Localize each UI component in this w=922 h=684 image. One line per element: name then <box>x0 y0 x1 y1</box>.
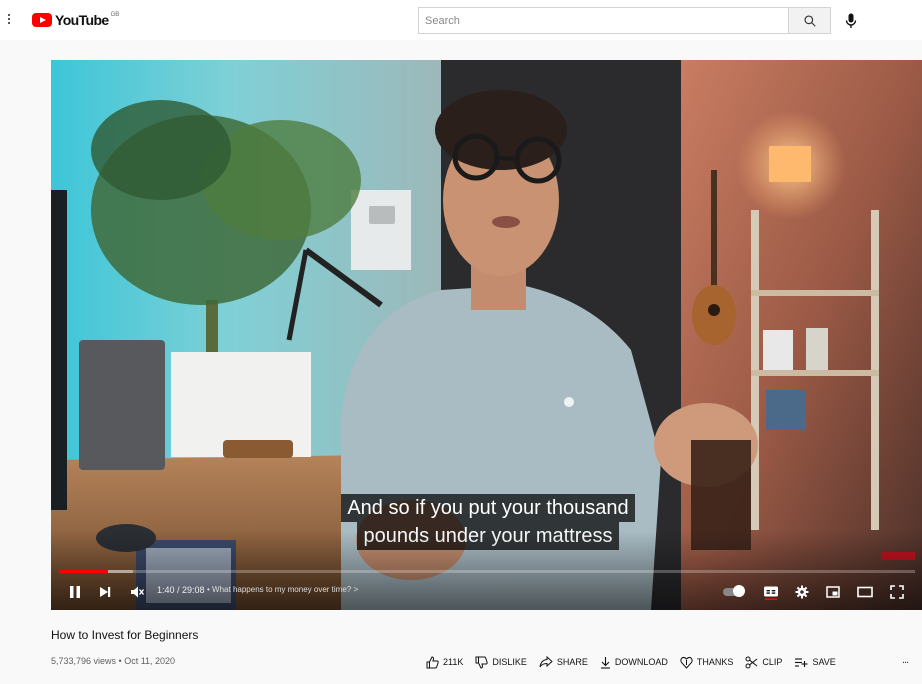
progress-buffer <box>107 570 134 573</box>
download-icon <box>600 656 610 669</box>
share-icon <box>539 656 553 668</box>
theater-mode-button[interactable] <box>853 578 877 606</box>
playlist-add-icon <box>795 657 808 667</box>
menu-icon[interactable] <box>4 12 14 26</box>
video-actions: 211K DISLIKE SHARE DOWNLOAD THANKS CLIP … <box>426 654 848 670</box>
search-icon <box>803 14 816 27</box>
logo-region-code: GB <box>110 12 120 18</box>
video-title: How to Invest for Beginners <box>51 628 199 642</box>
super-thanks-icon <box>680 656 693 669</box>
miniplayer-icon <box>826 586 840 598</box>
thumbs-up-icon <box>426 655 439 668</box>
dislike-button[interactable]: DISLIKE <box>475 656 527 669</box>
next-icon <box>100 587 111 597</box>
progress-played <box>59 570 108 573</box>
progress-bar[interactable] <box>59 570 915 573</box>
search-button[interactable] <box>788 7 831 34</box>
chapter-separator: • <box>207 585 210 594</box>
settings-icon <box>795 585 809 599</box>
player-controls: 1:40 / 29:08 • What happens to my money … <box>51 578 922 606</box>
share-button[interactable]: SHARE <box>539 656 588 668</box>
microphone-icon <box>845 13 857 28</box>
fullscreen-button[interactable] <box>885 578 909 606</box>
save-label: SAVE <box>812 657 836 667</box>
thumbs-down-icon <box>475 656 489 669</box>
youtube-logo[interactable]: YouTube GB <box>32 11 119 29</box>
thanks-label: THANKS <box>696 657 734 667</box>
masthead: YouTube GB Search <box>0 0 922 40</box>
chapter-title-button[interactable]: • What happens to my money over time? > <box>207 585 358 594</box>
thanks-button[interactable]: THANKS <box>680 656 734 669</box>
subtitles-icon <box>764 586 778 600</box>
logo-text: YouTube <box>55 12 109 28</box>
more-actions-button[interactable]: ... <box>902 654 909 666</box>
mute-button[interactable] <box>125 578 149 606</box>
clip-button[interactable]: CLIP <box>745 656 782 669</box>
save-button[interactable]: SAVE <box>794 657 836 668</box>
subtitles-button[interactable] <box>759 578 783 606</box>
pause-icon <box>70 586 80 598</box>
video-view-count-date: 5,733,796 views • Oct 11, 2020 <box>51 656 176 666</box>
search-input[interactable]: Search <box>418 7 788 34</box>
dislike-label: DISLIKE <box>492 657 527 667</box>
like-count: 211K <box>443 657 464 667</box>
settings-button[interactable] <box>790 578 814 606</box>
share-label: SHARE <box>556 657 588 667</box>
pause-button[interactable] <box>63 578 87 606</box>
autoplay-toggle-knob <box>733 585 745 597</box>
time-display: 1:40 / 29:08 <box>157 585 205 595</box>
like-button[interactable]: 211K <box>426 655 464 669</box>
voice-search-button[interactable] <box>838 7 864 34</box>
scissors-icon <box>745 656 758 668</box>
search-placeholder: Search <box>425 14 460 27</box>
volume-muted-icon <box>131 586 144 598</box>
fullscreen-icon <box>890 585 904 599</box>
download-label: DOWNLOAD <box>614 657 668 667</box>
miniplayer-button[interactable] <box>821 578 845 606</box>
next-button[interactable] <box>93 578 117 606</box>
clip-label: CLIP <box>762 657 783 667</box>
chapter-title: What happens to my money over time? <box>212 585 352 594</box>
youtube-play-logo-icon <box>32 13 52 27</box>
theater-icon <box>857 586 873 598</box>
video-frame <box>51 60 922 610</box>
video-player[interactable]: And so if you put your thousand pounds u… <box>51 60 922 610</box>
chevron-right-icon: > <box>353 585 359 594</box>
download-button[interactable]: DOWNLOAD <box>600 656 668 669</box>
